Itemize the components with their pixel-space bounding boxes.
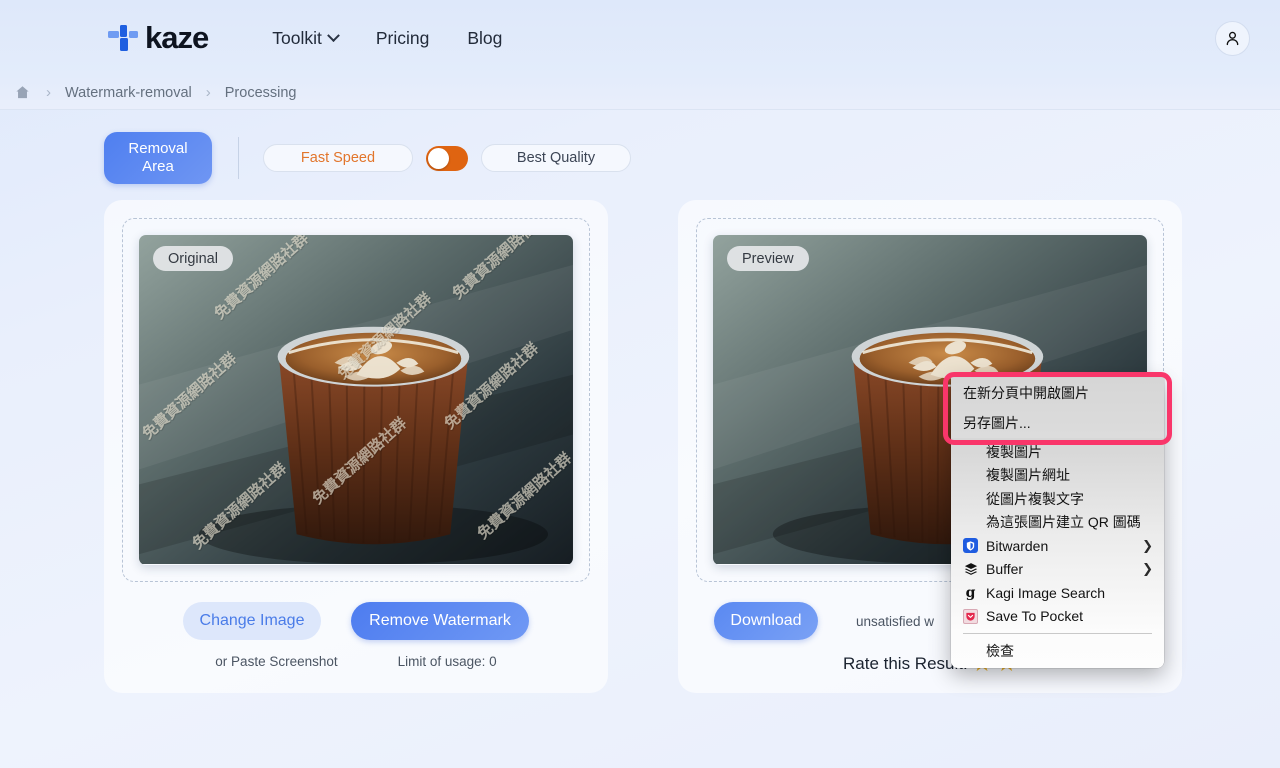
original-actions: Change Image Remove Watermark (122, 602, 590, 640)
context-menu-label: 另存圖片... (963, 415, 1031, 431)
pocket-icon (963, 608, 978, 624)
context-menu-item-buffer[interactable]: Buffer ❯ (951, 558, 1164, 582)
original-panel: 免費資源網路社群 免費資源網路社群 免費資源網路社群 免費資源網路社群 免費資源… (104, 200, 608, 693)
watermark-text: 免費資源網路社群 (473, 449, 573, 543)
kagi-icon: g (965, 584, 976, 601)
watermark-overlay: 免費資源網路社群 免費資源網路社群 免費資源網路社群 免費資源網路社群 免費資源… (139, 235, 573, 565)
nav-item-toolkit[interactable]: Toolkit (272, 27, 340, 49)
context-menu-label: 檢查 (986, 642, 1014, 659)
breadcrumb-separator-2: › (205, 84, 211, 101)
main-nav: Toolkit Pricing Blog (272, 28, 502, 49)
context-menu-label: Kagi Image Search (986, 584, 1106, 601)
speed-quality-toggle[interactable] (426, 145, 468, 171)
original-subrow: or Paste Screenshot Limit of usage: 0 (122, 654, 590, 669)
context-menu-item-save-image-as[interactable]: 另存圖片... (951, 408, 1164, 438)
remove-watermark-button[interactable]: Remove Watermark (351, 602, 529, 640)
context-menu-label: 為這張圖片建立 QR 圖碼 (986, 514, 1141, 531)
toolbar-divider (238, 137, 239, 179)
logo-text: kaze (145, 20, 209, 55)
rate-label: Rate this Result: (843, 653, 968, 673)
logo[interactable]: kaze (108, 20, 209, 56)
context-menu-label: Save To Pocket (986, 608, 1084, 625)
no-icon (963, 491, 978, 506)
options-toolbar: Removal Area Fast Speed Best Quality (0, 110, 1280, 184)
breadcrumb: › Watermark-removal › Processing (0, 76, 1280, 110)
kaze-logo-icon (108, 23, 138, 53)
context-menu-label: 複製圖片網址 (986, 467, 1070, 484)
change-image-button[interactable]: Change Image (183, 602, 321, 640)
watermark-text: 免費資源網路社群 (308, 414, 410, 508)
chevron-down-icon (326, 28, 340, 42)
breadcrumb-item-processing: Processing (224, 84, 297, 101)
context-menu-item-copy-text-from-image[interactable]: 從圖片複製文字 (951, 487, 1164, 511)
context-menu-item-copy-image-address[interactable]: 複製圖片網址 (951, 464, 1164, 488)
context-menu-item-kagi-image-search[interactable]: g Kagi Image Search (951, 581, 1164, 605)
removal-area-button[interactable]: Removal Area (104, 132, 212, 184)
site-header: kaze Toolkit Pricing Blog (0, 0, 1280, 76)
context-menu-highlighted-group: 在新分頁中開啟圖片 另存圖片... (943, 372, 1172, 445)
account-avatar-button[interactable] (1215, 21, 1250, 56)
context-menu-label: 在新分頁中開啟圖片 (963, 385, 1089, 401)
preview-badge: Preview (727, 246, 809, 271)
watermark-text: 免費資源網路社群 (448, 235, 550, 303)
buffer-icon (963, 562, 978, 577)
context-menu-label: Bitwarden (986, 537, 1049, 554)
no-icon (963, 515, 978, 530)
nav-item-blog[interactable]: Blog (467, 28, 502, 49)
nav-label-pricing: Pricing (375, 27, 430, 48)
unsatisfied-text: unsatisfied w (856, 613, 935, 629)
no-icon (963, 643, 978, 658)
best-quality-option[interactable]: Best Quality (481, 144, 631, 172)
user-icon (1226, 31, 1239, 46)
nav-item-pricing[interactable]: Pricing (376, 28, 430, 49)
context-menu-item-bitwarden[interactable]: Bitwarden ❯ (951, 534, 1164, 558)
no-icon (963, 444, 978, 459)
context-menu-item-inspect[interactable]: 檢查 (951, 639, 1164, 663)
context-menu-item-create-qr-code[interactable]: 為這張圖片建立 QR 圖碼 (951, 511, 1164, 535)
breadcrumb-item-watermark-removal[interactable]: Watermark-removal (65, 85, 192, 101)
home-icon[interactable] (12, 83, 32, 103)
usage-limit-text: Limit of usage: 0 (397, 654, 497, 669)
context-menu-separator (963, 633, 1152, 634)
original-badge: Original (153, 246, 233, 271)
watermark-text: 免費資源網路社群 (333, 289, 435, 383)
watermark-text: 免費資源網路社群 (440, 339, 542, 433)
removal-area-label-line2: Area (142, 158, 174, 175)
paste-screenshot-hint[interactable]: or Paste Screenshot (215, 654, 337, 669)
chevron-right-icon: ❯ (1142, 561, 1153, 577)
nav-label-blog: Blog (467, 27, 503, 48)
context-menu-item-copy-image[interactable]: 複製圖片 (951, 440, 1164, 464)
fast-speed-option[interactable]: Fast Speed (263, 144, 413, 172)
bitwarden-icon (963, 538, 978, 554)
original-dropzone[interactable]: 免費資源網路社群 免費資源網路社群 免費資源網路社群 免費資源網路社群 免費資源… (122, 218, 590, 582)
no-icon (963, 468, 978, 483)
original-image[interactable]: 免費資源網路社群 免費資源網路社群 免費資源網路社群 免費資源網路社群 免費資源… (139, 235, 573, 565)
context-menu-item-save-to-pocket[interactable]: Save To Pocket (951, 605, 1164, 629)
download-button[interactable]: Download (714, 602, 818, 640)
chevron-right-icon: ❯ (1142, 537, 1153, 553)
context-menu-label: 複製圖片 (986, 443, 1042, 460)
watermark-text: 免費資源網路社群 (139, 349, 240, 443)
toggle-knob (428, 147, 449, 169)
context-menu-item-open-image-in-new-tab[interactable]: 在新分頁中開啟圖片 (951, 378, 1164, 408)
removal-area-label-line1: Removal (128, 140, 188, 157)
context-menu-label: Buffer (986, 561, 1024, 578)
watermark-text: 免費資源網路社群 (188, 459, 290, 553)
context-menu-label: 從圖片複製文字 (986, 490, 1084, 507)
breadcrumb-separator-1: › (46, 84, 51, 101)
speed-quality-switch: Fast Speed Best Quality (263, 144, 631, 172)
nav-label-toolkit: Toolkit (272, 27, 322, 48)
